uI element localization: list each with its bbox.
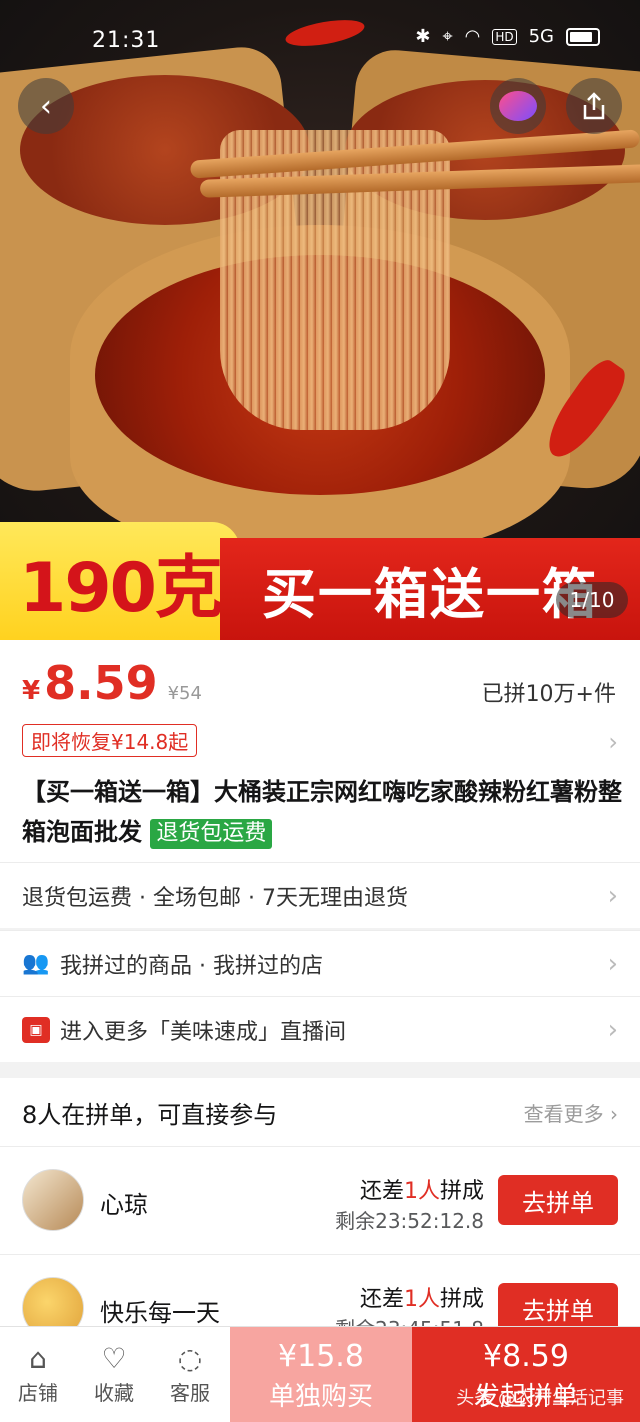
product-image-carousel[interactable]: 21:31 ✱ ⌖ ◠ HD 5G ‹ 190克 买一箱送一箱 1/10 bbox=[0, 0, 640, 640]
group-needed-text: 还差1人拼成 bbox=[359, 1179, 484, 1204]
customer-service-button[interactable]: ◌ 客服 bbox=[154, 1341, 226, 1406]
group-countdown: 剩余23:52:12.8 bbox=[335, 1209, 484, 1233]
return-shipping-tag: 退货包运费 bbox=[150, 819, 273, 849]
weight-banner: 190克 bbox=[0, 522, 240, 640]
see-more-link[interactable]: 查看更多 › bbox=[524, 1098, 618, 1127]
chevron-left-icon: ‹ bbox=[40, 88, 52, 124]
single-price: ¥15.8 bbox=[278, 1339, 364, 1374]
group-buy-item: 心琼 还差1人拼成 剩余23:52:12.8 去拼单 bbox=[0, 1146, 640, 1254]
product-title: 【买一箱送一箱】大桶装正宗网红嗨吃家酸辣粉红薯粉整箱泡面批发 退货包运费 bbox=[22, 772, 622, 852]
signal-icon: 5G bbox=[528, 26, 554, 47]
buy-single-button[interactable]: ¥15.8 单独购买 bbox=[230, 1327, 412, 1422]
group-buy-header: 8人在拼单，可直接参与 查看更多 › bbox=[0, 1078, 640, 1146]
wifi-icon: ◠ bbox=[464, 26, 481, 47]
group-user-name: 心琼 bbox=[100, 1191, 148, 1219]
current-price: 8.59 bbox=[44, 656, 158, 710]
service-guarantees-row[interactable]: 退货包运费 · 全场包邮 · 7天无理由退货 › bbox=[0, 862, 640, 928]
group-user-name: 快乐每一天 bbox=[100, 1299, 220, 1327]
location-icon: ⌖ bbox=[442, 26, 453, 47]
group-needed-text: 还差1人拼成 bbox=[359, 1287, 484, 1312]
tv-icon: ▣ bbox=[22, 1016, 50, 1043]
group-buy-title: 8人在拼单，可直接参与 bbox=[22, 1100, 278, 1129]
purchase-history-row[interactable]: 👥 我拼过的商品 · 我拼过的店 › bbox=[0, 930, 640, 996]
people-icon: 👥 bbox=[22, 951, 50, 976]
favorite-button[interactable]: ♡ 收藏 bbox=[78, 1341, 150, 1406]
share-button[interactable] bbox=[566, 78, 622, 134]
avatar bbox=[22, 1169, 84, 1231]
status-bar: 21:31 ✱ ⌖ ◠ HD 5G bbox=[0, 0, 640, 80]
assistant-icon bbox=[499, 91, 537, 121]
price-symbol: ¥ bbox=[22, 676, 41, 706]
assistant-button[interactable] bbox=[490, 78, 546, 134]
chevron-right-icon[interactable]: › bbox=[608, 728, 618, 756]
store-icon: ⌂ bbox=[29, 1342, 47, 1375]
chevron-right-icon: › bbox=[607, 948, 618, 979]
single-label: 单独购买 bbox=[268, 1382, 373, 1412]
share-icon bbox=[583, 92, 605, 120]
product-detail-page: 21:31 ✱ ⌖ ◠ HD 5G ‹ 190克 买一箱送一箱 1/10 ¥ 8… bbox=[0, 0, 640, 1422]
watermark: 头条 @农村生活记事 bbox=[456, 1388, 624, 1409]
battery-icon bbox=[566, 27, 600, 46]
sold-count: 已拼10万+件 bbox=[481, 682, 616, 707]
original-price: ¥54 bbox=[167, 683, 202, 704]
bluetooth-icon: ✱ bbox=[415, 26, 431, 47]
image-index-badge: 1/10 bbox=[556, 582, 628, 618]
chevron-right-icon: › bbox=[607, 1014, 618, 1045]
hd-icon: HD bbox=[492, 28, 517, 45]
chat-bubble-icon: ◌ bbox=[177, 1342, 203, 1375]
back-button[interactable]: ‹ bbox=[18, 78, 74, 134]
chevron-right-icon: › bbox=[607, 880, 618, 911]
group-price: ¥8.59 bbox=[483, 1339, 569, 1374]
price-card: ¥ 8.59 ¥54 已拼10万+件 即将恢复¥14.8起 › 【买一箱送一箱】… bbox=[0, 640, 640, 862]
price-restore-badge[interactable]: 即将恢复¥14.8起 bbox=[22, 724, 198, 757]
live-room-row[interactable]: ▣ 进入更多「美味速成」直播间 › bbox=[0, 996, 640, 1062]
heart-icon: ♡ bbox=[101, 1342, 127, 1375]
store-button[interactable]: ⌂ 店铺 bbox=[2, 1341, 74, 1406]
status-time: 21:31 bbox=[92, 28, 161, 53]
join-group-button[interactable]: 去拼单 bbox=[498, 1175, 618, 1225]
